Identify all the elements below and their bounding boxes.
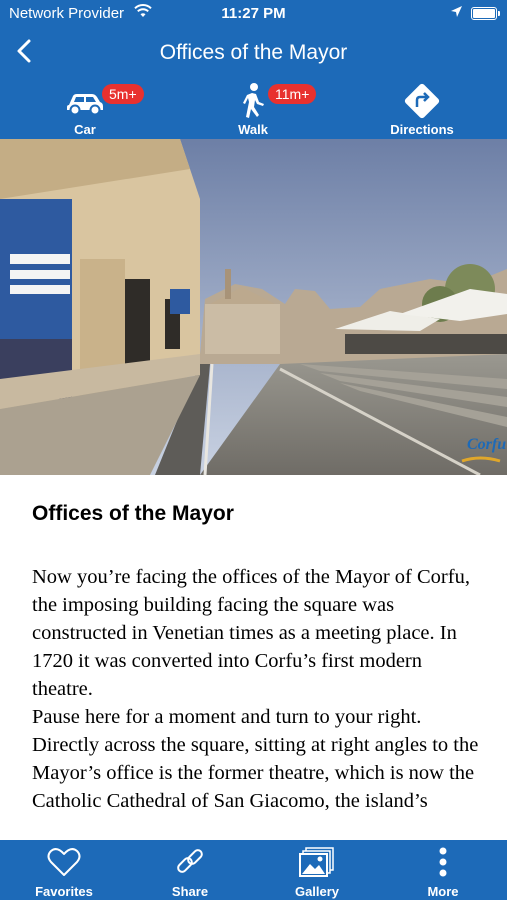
tab-gallery[interactable]: Gallery — [257, 840, 377, 900]
bottom-tab-bar: Favorites Share Gallery More — [0, 840, 507, 900]
status-time: 11:27 PM — [221, 5, 286, 22]
article-paragraph: Now you’re facing the offices of the May… — [32, 566, 470, 700]
corfu-watermark: Corfu — [467, 436, 506, 453]
article-heading: Offices of the Mayor — [32, 502, 234, 525]
battery-icon — [471, 7, 500, 20]
tab-share-label: Share — [171, 884, 209, 899]
tab-favorites-label: Favorites — [35, 884, 93, 899]
location-arrow-icon — [450, 5, 463, 22]
app-header: Network Provider 11:27 PM Offices of the… — [0, 0, 507, 139]
heart-icon — [47, 848, 81, 876]
directions-label: Directions — [390, 122, 454, 137]
directions-sign-icon — [404, 83, 440, 119]
link-icon — [177, 849, 203, 873]
tab-favorites[interactable]: Favorites — [4, 840, 124, 900]
article-content: Offices of the Mayor Now you’re facing t… — [32, 475, 482, 840]
walk-label: Walk — [238, 122, 268, 137]
car-mode-button[interactable]: 5m+ Car — [30, 80, 144, 138]
directions-button[interactable]: Directions — [367, 80, 477, 138]
page-title: Offices of the Mayor — [159, 41, 348, 64]
walking-person-icon — [243, 83, 264, 118]
more-vertical-icon — [439, 847, 447, 877]
article-paragraph: Pause here for a moment and turn to your… — [32, 706, 479, 812]
tab-more[interactable]: More — [383, 840, 503, 900]
walk-time-badge: 11m+ — [268, 84, 317, 104]
car-icon — [67, 94, 103, 116]
tab-more-label: More — [427, 884, 459, 899]
walk-mode-button[interactable]: 11m+ Walk — [198, 80, 317, 138]
car-label: Car — [74, 122, 96, 137]
tab-share[interactable]: Share — [130, 840, 250, 900]
travel-modes: 5m+ Car 11m+ Walk Directions — [0, 80, 507, 138]
car-time-badge: 5m+ — [102, 84, 144, 104]
gallery-icon — [299, 847, 334, 877]
hero-photo: Corfu — [0, 139, 507, 475]
article-body: Now you’re facing the offices of the May… — [32, 563, 482, 815]
tab-gallery-label: Gallery — [294, 884, 340, 899]
navigation-bar: Offices of the Mayor — [0, 28, 507, 78]
status-bar: Network Provider 11:27 PM — [0, 0, 507, 28]
